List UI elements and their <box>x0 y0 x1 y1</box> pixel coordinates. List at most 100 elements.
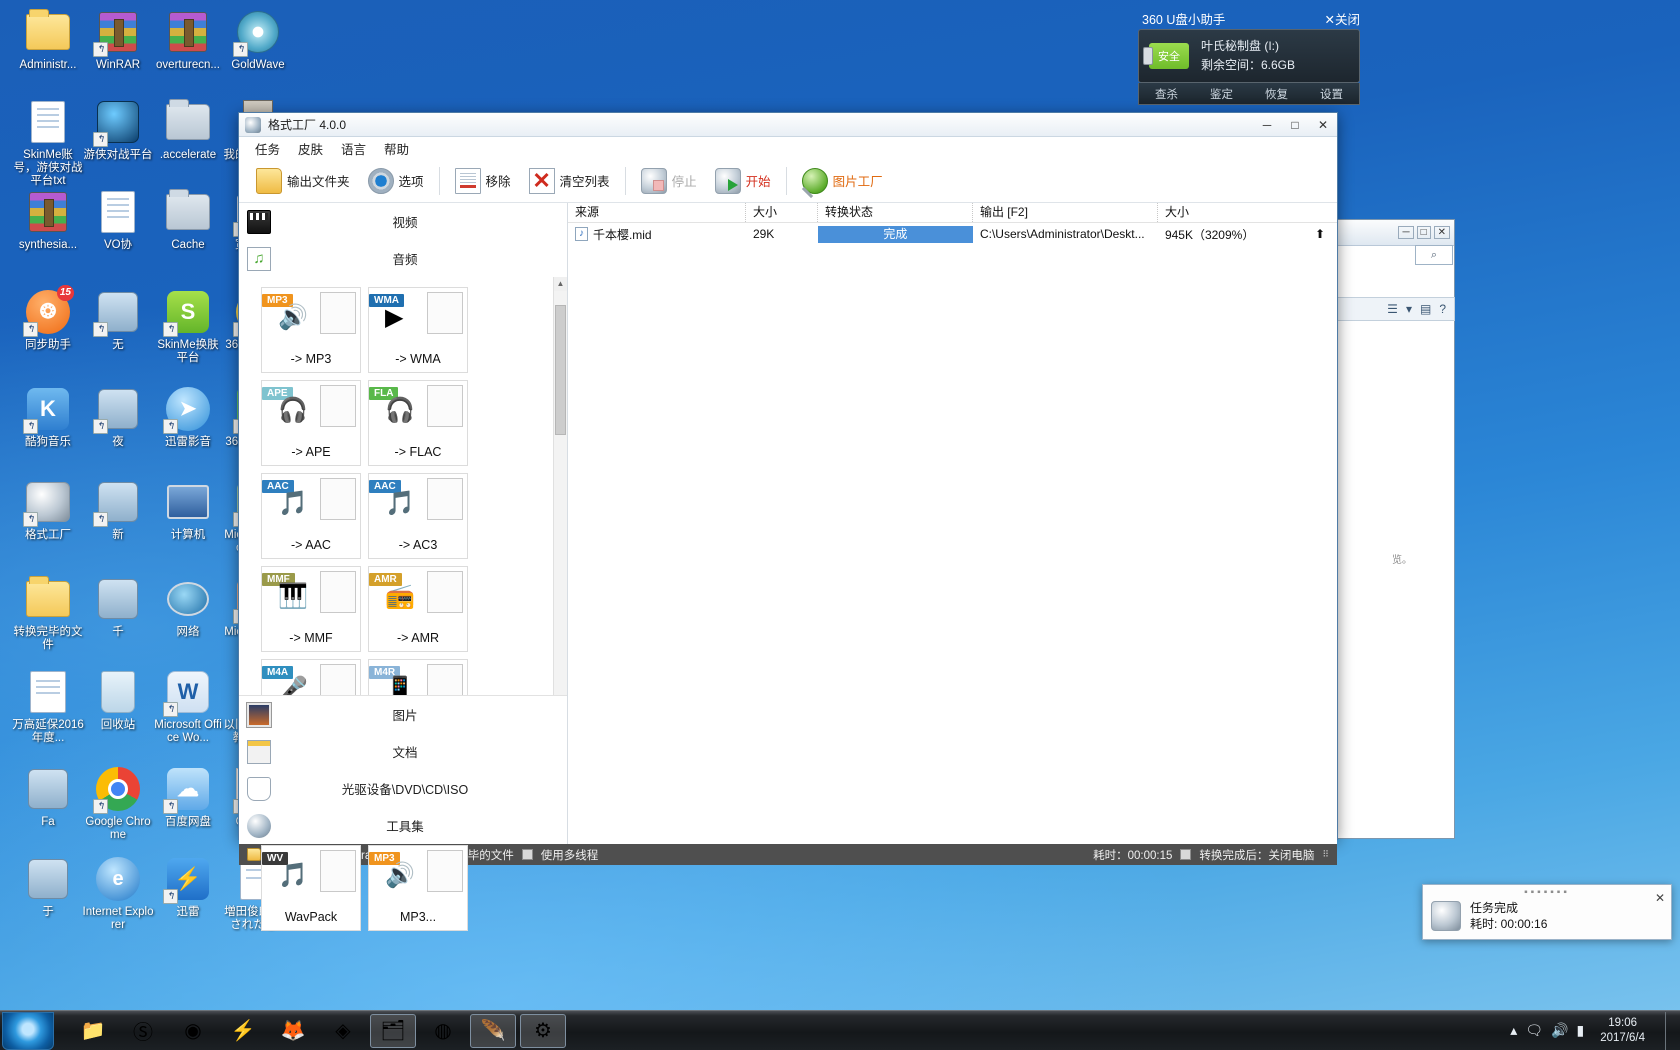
taskbar-item-formatfactory[interactable]: ⚙ <box>520 1013 566 1048</box>
usb-action-identify[interactable]: 鉴定 <box>1210 86 1233 102</box>
move-up-arrow-icon[interactable]: ⬆ <box>1308 227 1337 241</box>
help-icon[interactable]: ? <box>1439 302 1446 316</box>
desktop-icon-24[interactable]: 转换完毕的文件 <box>12 575 84 652</box>
format-factory-titlebar[interactable]: 格式工厂 4.0.0 ─ □ ✕ <box>239 113 1337 137</box>
usb-action-settings[interactable]: 设置 <box>1320 86 1343 102</box>
usb-action-recover[interactable]: 恢复 <box>1265 86 1288 102</box>
desktop-icon-4[interactable]: SkinMe账号，游侠对战平台txt <box>12 98 84 188</box>
category-disc[interactable]: 光驱设备\DVD\CD\ISO <box>239 770 567 807</box>
tray-volume-icon[interactable]: 🔊 <box>1551 1022 1568 1039</box>
close-icon[interactable]: ✕ <box>1433 226 1450 239</box>
taskbar-item-chrome[interactable]: ◍ <box>420 1014 466 1048</box>
background-window-titlebar[interactable]: ─ □ ✕ <box>1336 220 1454 246</box>
category-toolset[interactable]: 工具集 <box>239 807 567 844</box>
remove-button[interactable]: 移除 <box>446 162 520 200</box>
desktop-icon-12[interactable]: ❂ 15 ↰ 同步助手 <box>12 285 84 352</box>
desktop-icon-32[interactable]: Fa <box>12 765 84 829</box>
menu-skin[interactable]: 皮肤 <box>298 139 323 158</box>
minimize-button[interactable]: ─ <box>1253 114 1281 136</box>
clear-list-button[interactable]: 清空列表 <box>520 162 619 200</box>
tray-network-icon[interactable]: ▮ <box>1577 1022 1585 1039</box>
format-tile-wma[interactable]: WMA ▶ -> WMA <box>368 287 468 373</box>
toast-drag-dots[interactable]: ▪▪▪▪▪▪▪ <box>1423 885 1671 898</box>
desktop-icon-9[interactable]: VO协 <box>82 188 154 252</box>
maximize-button[interactable]: □ <box>1281 114 1309 136</box>
desktop-icon-17[interactable]: ↰ 夜 <box>82 385 154 449</box>
options-button[interactable]: 选项 <box>359 162 433 200</box>
start-button[interactable] <box>2 1011 54 1050</box>
desktop-icon-21[interactable]: ↰ 新 <box>82 478 154 542</box>
close-button[interactable]: ✕ <box>1309 114 1337 136</box>
format-factory-window[interactable]: 格式工厂 4.0.0 ─ □ ✕ 任务 皮肤 语言 帮助 输出文件夹 选项 移除… <box>238 112 1338 931</box>
format-tile-amr[interactable]: AMR 📻 -> AMR <box>368 566 468 652</box>
menu-task[interactable]: 任务 <box>255 139 280 158</box>
desktop-icon-33[interactable]: ↰ Google Chrome <box>82 765 154 842</box>
toast-close-icon[interactable]: ✕ <box>1655 891 1665 905</box>
desktop-icon-6[interactable]: .accelerate <box>152 98 224 162</box>
desktop-icon-13[interactable]: ↰ 无 <box>82 288 154 352</box>
window-buttons[interactable]: ─ □ ✕ <box>1253 114 1337 136</box>
desktop-icon-1[interactable]: ↰ WinRAR <box>82 8 154 72</box>
usb-assistant-panel[interactable]: 360 U盘小助手 ✕关闭 安全 叶氏秘制盘 (I:) 剩余空间：6.6GB 查… <box>1138 3 1360 107</box>
desktop-icon-5[interactable]: ↰ 游侠对战平台 <box>82 98 154 162</box>
system-tray[interactable]: ▴ 🗨 🔊 ▮ 19:06 2017/6/4 <box>1510 1011 1680 1050</box>
category-document[interactable]: 文档 <box>239 733 567 770</box>
format-tile-aac[interactable]: AAC 🎵 -> AAC <box>261 473 361 559</box>
desktop-icon-25[interactable]: 千 <box>82 575 154 639</box>
desktop-icon-0[interactable]: Administr... <box>12 8 84 72</box>
desktop-icon-16[interactable]: K ↰ 酷狗音乐 <box>12 385 84 449</box>
scroll-up-arrow[interactable]: ▲ <box>553 277 567 291</box>
taskbar-item-skinme[interactable]: Ⓢ <box>120 1014 166 1048</box>
taskbar-item-explorer-window[interactable]: 🗂 <box>370 1013 416 1048</box>
taskbar[interactable]: 📁 Ⓢ ◉ ⚡ 🦊 ◈ 🗂 ◍ 🪶 ⚙ ▴ 🗨 🔊 ▮ 19:06 2017/6/4 <box>0 1010 1680 1050</box>
format-tile-mp3[interactable]: MP3 🔊 -> MP3 <box>261 287 361 373</box>
format-tile-mmf[interactable]: MMF 🎹 -> MMF <box>261 566 361 652</box>
desktop-icon-36[interactable]: 于 <box>12 855 84 919</box>
table-row[interactable]: ♪ 千本樱.mid 29K 完成 C:\Users\Administrator\… <box>568 223 1337 245</box>
taskbar-item-xunlei[interactable]: ⚡ <box>220 1014 266 1048</box>
menu-help[interactable]: 帮助 <box>384 139 409 158</box>
background-explorer-toolbar[interactable]: ☰ ▾ ▤ ? <box>1335 297 1455 321</box>
picture-factory-button[interactable]: 图片工厂 <box>793 162 892 200</box>
desktop-icon-29[interactable]: 回收站 <box>82 668 154 732</box>
start-button[interactable]: 开始 <box>706 162 780 200</box>
format-tile-ac3[interactable]: AAC 🎵 -> AC3 <box>368 473 468 559</box>
maximize-icon[interactable]: □ <box>1416 226 1431 239</box>
format-sidebar[interactable]: 视频 音频 MP3🔊-> MP3WMA▶-> WMAAPE🎧-> APEFLA🎧… <box>239 203 568 931</box>
desktop-icon-3[interactable]: ↰ GoldWave <box>222 8 294 72</box>
desktop-icon-22[interactable]: 计算机 <box>152 478 224 542</box>
format-tile-flac[interactable]: FLA 🎧 -> FLAC <box>368 380 468 466</box>
desktop-icon-34[interactable]: ☁ ↰ 百度网盘 <box>152 765 224 829</box>
category-picture[interactable]: 图片 <box>239 696 567 733</box>
minimize-icon[interactable]: ─ <box>1398 226 1414 239</box>
sidebar-scrollbar[interactable]: ▲ ▼ <box>552 277 567 726</box>
taskbar-item-firefox[interactable]: 🦊 <box>270 1014 316 1048</box>
shutdown-after-checkbox[interactable] <box>1180 849 1192 860</box>
desktop-icon-37[interactable]: e Internet Explorer <box>82 855 154 932</box>
desktop-icon-26[interactable]: 网络 <box>152 575 224 639</box>
desktop-icon-28[interactable]: 万高延保2016年度... <box>12 668 84 745</box>
tray-show-hidden-icon[interactable]: ▴ <box>1510 1022 1517 1039</box>
resize-grip[interactable]: ⠿ <box>1322 849 1329 860</box>
scrollbar-thumb[interactable] <box>554 305 566 435</box>
taskbar-item-overture[interactable]: 🪶 <box>470 1013 516 1048</box>
desktop-icon-30[interactable]: W ↰ Microsoft Office Wo... <box>152 668 224 745</box>
toolbar[interactable]: 输出文件夹 选项 移除 清空列表 停止 开始 图片工厂 <box>239 159 1337 203</box>
stop-button[interactable]: 停止 <box>632 162 706 200</box>
preview-pane-icon[interactable]: ▤ <box>1420 302 1431 316</box>
task-complete-toast[interactable]: ▪▪▪▪▪▪▪ ✕ 任务完成 耗时: 00:00:16 <box>1422 884 1672 940</box>
usb-action-scan[interactable]: 查杀 <box>1155 86 1178 102</box>
usb-drive-card[interactable]: 安全 叶氏秘制盘 (I:) 剩余空间：6.6GB <box>1138 29 1360 83</box>
taskbar-item-explorer[interactable]: 📁 <box>70 1014 116 1048</box>
view-list-icon[interactable]: ☰ <box>1387 302 1398 316</box>
category-audio[interactable]: 音频 <box>239 240 567 277</box>
show-desktop-button[interactable] <box>1665 1011 1674 1050</box>
taskbar-item-formatfactory-a[interactable]: ◈ <box>320 1014 366 1048</box>
taskbar-items[interactable]: 📁 Ⓢ ◉ ⚡ 🦊 ◈ 🗂 ◍ 🪶 ⚙ <box>68 1013 568 1048</box>
chevron-down-icon[interactable]: ▾ <box>1406 302 1412 316</box>
category-video[interactable]: 视频 <box>239 203 567 240</box>
desktop-icon-2[interactable]: overturecn... <box>152 8 224 72</box>
tray-clock[interactable]: 19:06 2017/6/4 <box>1592 1016 1653 1046</box>
output-folder-button[interactable]: 输出文件夹 <box>247 162 359 200</box>
category-bottom-list[interactable]: 图片 文档 光驱设备\DVD\CD\ISO 工具集 <box>239 695 567 844</box>
